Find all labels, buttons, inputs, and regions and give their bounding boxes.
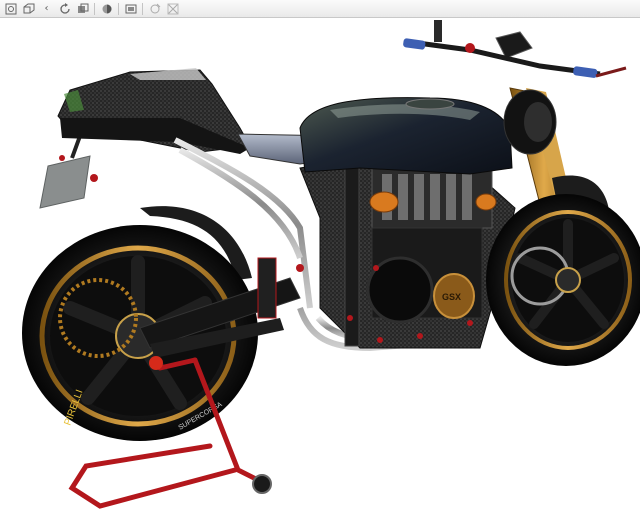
section-view-icon[interactable] <box>99 1 114 16</box>
pan-icon[interactable] <box>75 1 90 16</box>
front-wheel <box>486 194 640 366</box>
stand-hook <box>149 356 163 370</box>
engine-badge: GSX <box>442 292 461 302</box>
stand-wheel <box>252 474 272 494</box>
license-plate <box>39 135 98 209</box>
zoom-window-icon[interactable] <box>3 1 18 16</box>
toolbar-divider <box>118 2 119 15</box>
toolbar-divider <box>94 2 95 15</box>
scene-icon[interactable] <box>147 1 162 16</box>
model-viewport[interactable]: PIRELLI SUPERCORSA GSX <box>0 18 640 510</box>
display-style-icon[interactable] <box>123 1 138 16</box>
tail-fairing <box>57 68 251 154</box>
chevron-left-icon[interactable]: ‹ <box>39 1 54 16</box>
motorcycle-render: PIRELLI SUPERCORSA GSX <box>22 20 640 509</box>
view-orient-icon[interactable] <box>21 1 36 16</box>
instrument-cluster <box>495 31 533 59</box>
rotate-icon[interactable] <box>57 1 72 16</box>
viewer-toolbar: ‹ <box>0 0 640 18</box>
markup-icon[interactable] <box>165 1 180 16</box>
toolbar-divider <box>142 2 143 15</box>
fuel-cap <box>405 98 455 110</box>
